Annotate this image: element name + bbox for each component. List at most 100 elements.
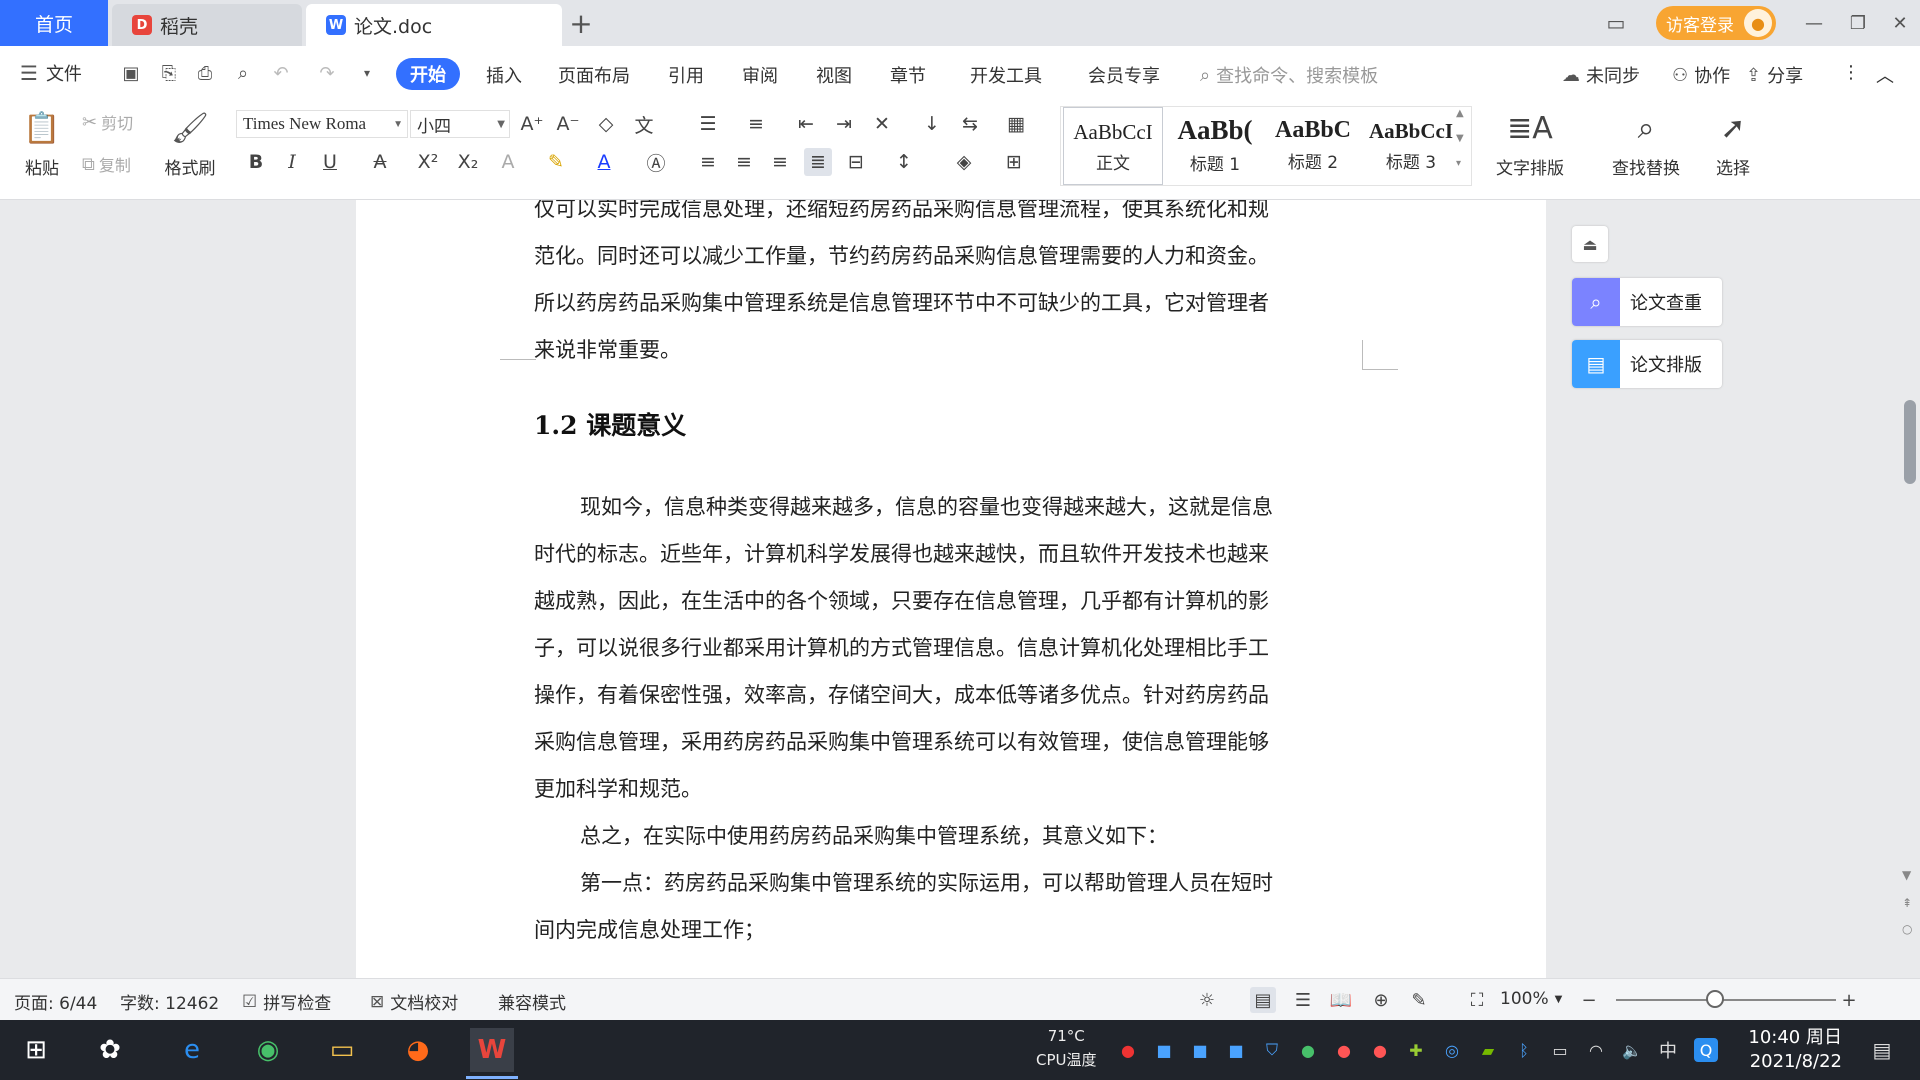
prev-page-icon[interactable]: ⇞ — [1902, 896, 1912, 910]
style-heading-2[interactable]: AaBbC 标题 2 — [1263, 107, 1363, 185]
share-button[interactable]: ⇪ 分享 — [1746, 62, 1803, 88]
font-name-select[interactable]: Times New Roma ▼ — [236, 110, 408, 138]
wps-writer-icon[interactable]: W — [470, 1028, 514, 1072]
system-clock[interactable]: 10:40 周日 2021/8/22 — [1742, 1026, 1842, 1074]
tray-app-icon[interactable]: ◎ — [1440, 1038, 1464, 1062]
save-icon[interactable]: ▣ — [118, 60, 144, 86]
zoom-slider-knob[interactable] — [1706, 990, 1724, 1008]
style-heading-3[interactable]: AaBbCcI 标题 3 — [1361, 107, 1461, 185]
underline-icon[interactable]: U — [316, 148, 344, 176]
tab-view[interactable]: 视图 — [816, 62, 852, 88]
zoom-out-icon[interactable]: − — [1576, 987, 1602, 1013]
zoom-slider[interactable] — [1616, 999, 1836, 1001]
document-page[interactable]: 仅可以实时完成信息处理，还缩短药房药品采购信息管理流程，使其系统化和规 范化。同… — [356, 200, 1546, 978]
justify-icon[interactable]: ≣ — [804, 148, 832, 176]
app-launcher-icon[interactable]: ✿ — [88, 1028, 132, 1072]
page-indicator[interactable]: 页面: 6/44 — [14, 989, 97, 1014]
tab-document[interactable]: W 论文.doc — [306, 4, 562, 46]
more-options-icon[interactable]: ⋮ — [1842, 62, 1860, 83]
shading-icon[interactable]: ◈ — [950, 148, 978, 176]
export-icon[interactable]: ⎘ — [156, 60, 182, 86]
notification-center-icon[interactable]: ▤ — [1870, 1038, 1894, 1062]
outline-view-icon[interactable]: ☰ — [1290, 987, 1316, 1013]
grow-font-icon[interactable]: A⁺ — [518, 110, 546, 138]
bluetooth-icon[interactable]: ᛒ — [1512, 1038, 1536, 1062]
file-menu[interactable]: ☰ 文件 — [20, 60, 82, 86]
command-search[interactable]: ⌕ 查找命令、搜索模板 — [1200, 62, 1378, 88]
subscript-icon[interactable]: X₂ — [454, 148, 482, 176]
web-view-icon[interactable]: ⊕ — [1368, 987, 1394, 1013]
sort-icon[interactable]: ↓ — [918, 110, 946, 138]
battery-icon[interactable]: ▭ — [1548, 1038, 1572, 1062]
spell-check-button[interactable]: ☑ 拼写检查 — [242, 989, 331, 1015]
font-color-icon[interactable]: A — [590, 148, 618, 176]
format-painter-button[interactable]: 🖌 格式刷 — [160, 106, 220, 180]
find-replace-button[interactable]: ⌕ 查找替换 — [1612, 106, 1680, 180]
scroll-down-icon[interactable]: ▼ — [1902, 868, 1911, 882]
style-gallery-scroll[interactable]: ▲ ▼ ▾ — [1456, 108, 1470, 169]
tab-developer[interactable]: 开发工具 — [970, 62, 1042, 88]
nvidia-icon[interactable]: ▰ — [1476, 1038, 1500, 1062]
vertical-scrollbar[interactable]: ▼ ⇞ ○ — [1900, 200, 1920, 978]
new-tab-button[interactable]: + — [566, 7, 596, 40]
window-layout-icon[interactable]: ▭ — [1596, 0, 1636, 46]
chinese-layout-icon[interactable]: ✕ — [868, 110, 896, 138]
tab-insert[interactable]: 插入 — [486, 62, 522, 88]
cut-button[interactable]: ✂ 剪切 — [82, 110, 133, 134]
zoom-in-icon[interactable]: + — [1836, 987, 1862, 1013]
collaborate-button[interactable]: ⚇ 协作 — [1672, 62, 1730, 88]
tray-app-icon[interactable]: ● — [1332, 1038, 1356, 1062]
security-shield-icon[interactable]: ⛉ — [1260, 1038, 1284, 1062]
close-window-button[interactable]: ✕ — [1880, 8, 1920, 38]
word-count[interactable]: 字数: 12462 — [120, 989, 219, 1014]
select-button[interactable]: ➚ 选择 — [1716, 106, 1750, 180]
eye-protection-icon[interactable]: ☼ — [1194, 987, 1220, 1013]
print-preview-icon[interactable]: ⌕ — [230, 60, 256, 86]
tab-docer[interactable]: D 稻壳 — [112, 4, 302, 46]
input-method-indicator[interactable]: 中 — [1656, 1038, 1680, 1062]
print-icon[interactable]: ⎙ — [192, 60, 218, 86]
redo-icon[interactable]: ↷ — [314, 60, 340, 86]
borders-icon[interactable]: ⊞ — [1000, 148, 1028, 176]
reading-view-icon[interactable]: 📖 — [1328, 987, 1354, 1013]
fit-page-icon[interactable]: ⛶ — [1464, 987, 1490, 1013]
clear-format-icon[interactable]: ◇ — [592, 110, 620, 138]
show-hide-marks-icon[interactable]: ⇆ — [956, 110, 984, 138]
style-heading-1[interactable]: AaBb( 标题 1 — [1165, 107, 1265, 185]
scrollbar-thumb[interactable] — [1904, 400, 1916, 484]
numbered-list-icon[interactable]: ≡ — [742, 110, 770, 138]
app-mask-icon[interactable]: ◕ — [396, 1028, 440, 1072]
table-icon[interactable]: ▦ — [1002, 110, 1030, 138]
italic-icon[interactable]: I — [278, 148, 306, 176]
chevron-down-icon[interactable]: ▼ — [1456, 133, 1470, 144]
panel-collapse-icon[interactable]: ⏏ — [1572, 226, 1608, 262]
customize-quickbar-icon[interactable]: ▾ — [354, 60, 380, 86]
tab-page-layout[interactable]: 页面布局 — [558, 62, 630, 88]
tray-app-icon[interactable]: ● — [1116, 1038, 1140, 1062]
tab-references[interactable]: 引用 — [668, 62, 704, 88]
volume-icon[interactable]: 🔈 — [1620, 1038, 1644, 1062]
zoom-level[interactable]: 100% ▼ — [1500, 989, 1562, 1009]
ie-browser-icon[interactable]: e — [170, 1028, 214, 1072]
strikethrough-icon[interactable]: A — [366, 148, 394, 176]
windows-start-icon[interactable]: ⊞ — [14, 1028, 58, 1072]
style-normal[interactable]: AaBbCcI 正文 — [1063, 107, 1163, 185]
tab-chapter[interactable]: 章节 — [890, 62, 926, 88]
cpu-temp[interactable]: 71°C CPU温度 — [1036, 1024, 1097, 1072]
browser-360-icon[interactable]: ◉ — [246, 1028, 290, 1072]
text-layout-button[interactable]: ≣A 文字排版 — [1496, 106, 1564, 180]
tab-start[interactable]: 开始 — [396, 58, 460, 90]
document-proof-button[interactable]: ⊠ 文档校对 — [370, 989, 458, 1015]
select-browse-icon[interactable]: ○ — [1902, 922, 1912, 936]
tray-app-icon[interactable]: ■ — [1224, 1038, 1248, 1062]
minimize-button[interactable]: — — [1794, 8, 1834, 38]
collapse-ribbon-icon[interactable]: ︿ — [1876, 62, 1894, 88]
tab-review[interactable]: 审阅 — [742, 62, 778, 88]
distributed-align-icon[interactable]: ⊟ — [842, 148, 870, 176]
undo-icon[interactable]: ↶ — [268, 60, 294, 86]
line-spacing-icon[interactable]: ↕ — [890, 148, 918, 176]
align-right-icon[interactable]: ≡ — [766, 148, 794, 176]
tray-app-icon[interactable]: ● — [1296, 1038, 1320, 1062]
bold-icon[interactable]: B — [242, 148, 270, 176]
file-explorer-icon[interactable]: ▭ — [320, 1028, 364, 1072]
